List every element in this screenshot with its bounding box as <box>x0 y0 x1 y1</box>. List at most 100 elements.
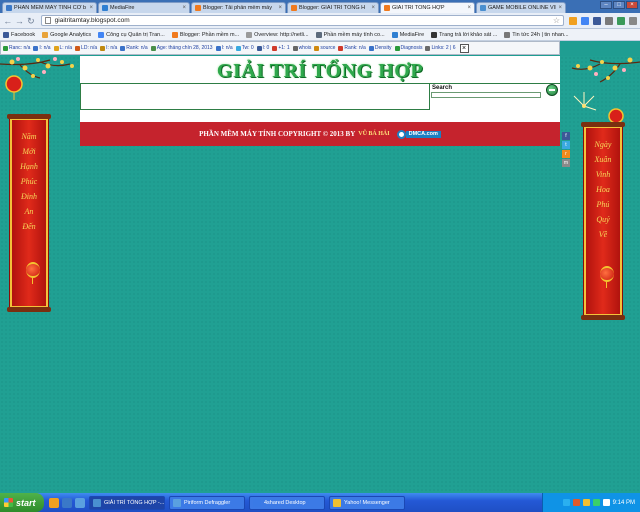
social-share-icon[interactable]: f <box>562 132 570 140</box>
tab-label: Blogger: Tải phần mềm máy <box>203 5 272 11</box>
social-share-icon[interactable]: t <box>562 141 570 149</box>
bookmark-star-icon[interactable]: ☆ <box>553 16 560 25</box>
tab-close-icon[interactable]: × <box>278 5 282 11</box>
content-frame <box>80 84 430 110</box>
forward-button[interactable]: → <box>15 16 25 26</box>
wrench-menu-icon[interactable] <box>629 16 638 25</box>
browser-tab[interactable]: Blogger: Tải phần mềm máy × <box>191 2 286 13</box>
seo-metric[interactable]: Rank: n/a <box>120 45 148 51</box>
tray-icon[interactable] <box>582 499 590 506</box>
site-title[interactable]: GIẢI TRÍ TỔNG HỢP <box>80 60 560 83</box>
extension-icon[interactable] <box>581 16 590 25</box>
taskbar-task-button[interactable]: GIẢI TRÍ TỔNG HỢP -... <box>89 495 165 510</box>
extension-icon[interactable] <box>569 16 578 25</box>
tray-icon[interactable] <box>562 499 570 506</box>
bookmark-item[interactable]: Tin tức 24h | tin nhan... <box>504 31 569 38</box>
quick-launch-icon[interactable] <box>49 497 59 508</box>
seo-metric[interactable]: whois <box>292 45 311 51</box>
bookmark-item[interactable]: Blogger: Phần mềm m... <box>171 31 239 38</box>
quick-launch-icon[interactable] <box>75 497 85 508</box>
seo-metric-label: I: n/a <box>221 45 233 51</box>
search-input[interactable] <box>431 92 541 98</box>
quick-launch-icon[interactable] <box>62 497 72 508</box>
taskbar-task-button[interactable]: Piriform Defraggler <box>169 495 245 510</box>
search-button[interactable] <box>546 84 558 96</box>
seo-metric[interactable]: Links: 2 | 6 <box>425 45 456 51</box>
seo-metric[interactable]: I: n/a <box>215 45 233 51</box>
bookmark-item[interactable]: Google Analytics <box>42 31 91 38</box>
social-share-icon[interactable]: r <box>562 150 570 158</box>
browser-tab[interactable]: GAME MOBILE ONLINE VIỆ × <box>476 2 566 13</box>
seo-metric-icon <box>215 45 221 51</box>
seo-metric[interactable]: Diagnosis <box>394 45 423 51</box>
bookmark-item[interactable]: Trang trả lời khảo sát ... <box>431 31 498 38</box>
seo-metric[interactable]: Age: tháng chín 28, 2013 <box>150 45 213 51</box>
browser-tab[interactable]: MediaFire × <box>98 2 190 13</box>
bookmark-item[interactable]: Overview: http://netli... <box>246 31 309 38</box>
banner-word: Phúc <box>20 177 38 186</box>
bookmark-label: Overview: http://netli... <box>254 31 309 38</box>
extension-icon[interactable] <box>605 16 614 25</box>
seo-metric-label: l: 0 <box>262 45 270 51</box>
minimize-button[interactable]: – <box>600 1 612 9</box>
seo-metric-icon <box>3 45 8 51</box>
banner-word: Ngày <box>594 140 612 149</box>
tray-icon[interactable] <box>572 499 580 506</box>
seo-metric-label: Diagnosis <box>400 45 423 51</box>
extension-icon[interactable] <box>593 16 602 25</box>
seo-metric[interactable]: I: n/a <box>33 45 51 51</box>
browser-tab[interactable]: GIẢI TRÍ TỔNG HỢP × <box>380 2 475 13</box>
task-label: 4shared Desktop <box>264 499 306 506</box>
favicon-icon <box>291 5 297 11</box>
bookmark-favicon-icon <box>431 31 438 38</box>
tab-close-icon[interactable]: × <box>182 5 186 11</box>
page-icon <box>44 17 51 24</box>
seo-metric-icon <box>425 45 431 51</box>
bookmark-item[interactable]: Facebook <box>3 31 35 38</box>
seo-metric[interactable]: Ranc: n/a <box>3 45 30 51</box>
start-button[interactable]: start <box>0 493 44 512</box>
tab-close-icon[interactable]: × <box>558 5 562 11</box>
maximize-button[interactable]: □ <box>613 1 625 9</box>
seo-metric[interactable]: +1: 1 <box>272 45 290 51</box>
seo-metric[interactable]: Rank: n/a <box>338 45 366 51</box>
footer-author[interactable]: VŨ BÁ HẢI <box>358 131 389 137</box>
seo-metric-icon <box>33 45 39 51</box>
bookmark-item[interactable]: MediaFire <box>391 31 424 38</box>
seo-metric[interactable]: l: 0 <box>256 45 270 51</box>
seo-metric-icon <box>100 45 106 51</box>
close-window-button[interactable]: × <box>626 1 638 9</box>
browser-tab[interactable]: Blogger: GIẢI TRÍ TỔNG H × <box>287 2 379 13</box>
bookmark-label: Trang trả lời khảo sát ... <box>439 31 498 38</box>
tab-close-icon[interactable]: × <box>371 5 375 11</box>
seo-metric[interactable]: Density <box>368 45 392 51</box>
seo-metric-label: I: n/a <box>106 45 118 51</box>
banner-word: Đinh <box>21 192 37 201</box>
seo-metric[interactable]: I: n/a <box>100 45 117 51</box>
browser-tab[interactable]: PHẦN MỀM MÁY TÍNH CƠ b × <box>2 2 97 13</box>
extension-icon[interactable] <box>617 16 626 25</box>
tab-close-icon[interactable]: × <box>89 5 93 11</box>
seo-metric[interactable]: source <box>314 45 335 51</box>
bookmark-item[interactable]: Phần mềm máy tính co... <box>315 31 385 38</box>
clock[interactable]: 9:14 PM <box>613 500 635 506</box>
tab-close-icon[interactable]: × <box>467 5 471 11</box>
reload-button[interactable]: ↻ <box>26 16 36 26</box>
address-bar[interactable]: giaitritamtay.blogspot.com ☆ <box>40 15 565 26</box>
dmca-badge[interactable]: DMCA.com <box>396 129 441 139</box>
seo-toolbar-close-icon[interactable]: × <box>459 43 469 53</box>
seo-metric[interactable]: LD: n/a <box>75 45 97 51</box>
banner-word: Đến <box>22 222 36 231</box>
bookmark-label: Phần mềm máy tính co... <box>323 31 385 38</box>
search-widget: Search <box>430 84 560 110</box>
seo-metric[interactable]: Tw: 0 <box>235 45 254 51</box>
tray-icon[interactable] <box>592 499 600 506</box>
taskbar-task-button[interactable]: Yahoo! Messenger <box>329 495 405 510</box>
social-share-icon[interactable]: m <box>562 159 570 167</box>
tray-icon[interactable] <box>602 499 610 506</box>
seo-metric[interactable]: L: n/a <box>53 45 72 51</box>
couplet-banner-right: Ngày Xuân Vinh Hoa Phú Quý Về <box>581 122 625 320</box>
bookmark-item[interactable]: Công cụ Quản trị Tran... <box>98 31 165 38</box>
back-button[interactable]: ← <box>3 16 13 26</box>
taskbar-task-button[interactable]: 4shared Desktop <box>249 495 325 510</box>
